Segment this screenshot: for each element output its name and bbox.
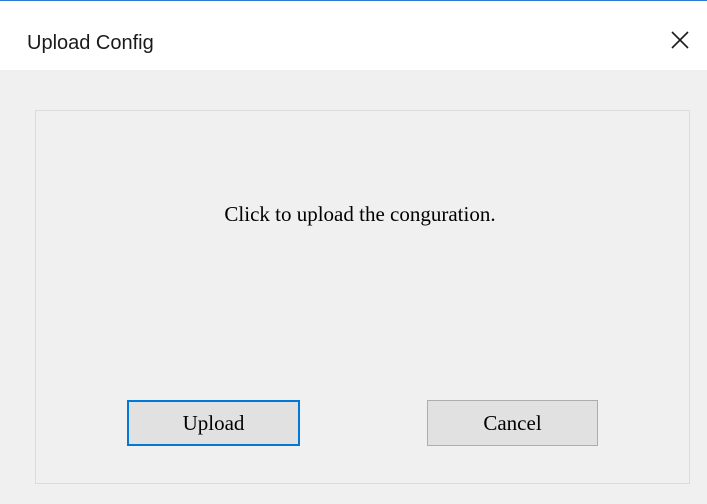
cancel-button[interactable]: Cancel (427, 400, 598, 446)
upload-config-dialog: Upload Config Click to upload the congur… (0, 0, 707, 504)
dialog-message: Click to upload the conguration. (224, 202, 496, 226)
title-bar[interactable]: Upload Config (0, 1, 707, 70)
close-icon (671, 31, 689, 49)
close-button[interactable] (667, 27, 693, 53)
upload-button[interactable]: Upload (127, 400, 300, 446)
window-title: Upload Config (27, 32, 154, 54)
